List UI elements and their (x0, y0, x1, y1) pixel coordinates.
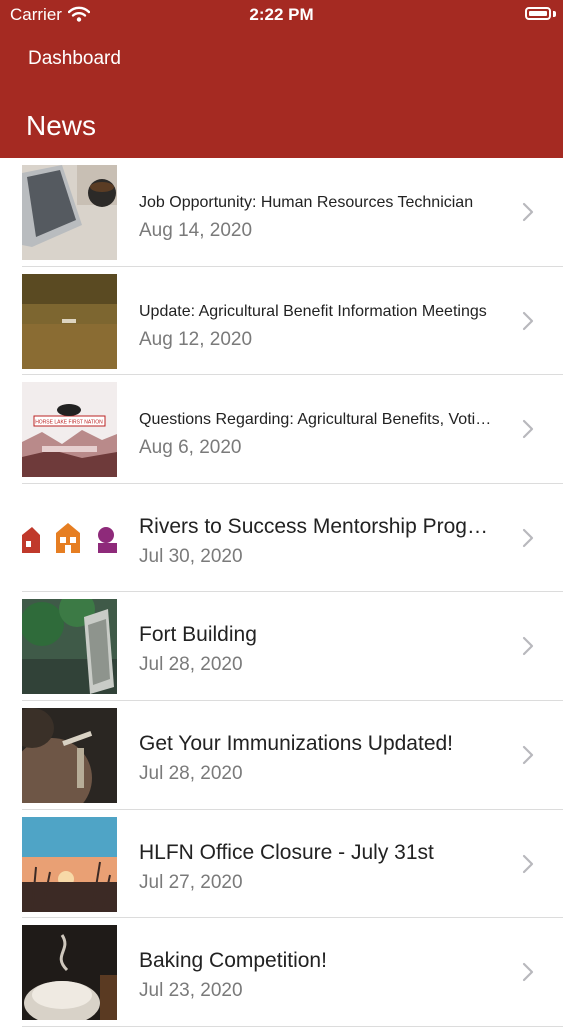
community-icons-image (22, 490, 117, 586)
news-item-title: Rivers to Success Mentorship Program (139, 514, 493, 538)
back-button-dashboard[interactable]: Dashboard (28, 48, 121, 70)
news-item[interactable]: Baking Competition! Jul 23, 2020 (0, 918, 563, 1027)
chevron-right-icon (522, 528, 534, 547)
battery-cap (553, 11, 556, 17)
chevron-right-icon (522, 202, 534, 222)
chevron-right-icon (522, 854, 534, 873)
nav-bar: Carrier 2:22 PM Dashboard News (0, 0, 563, 158)
news-item-date: Aug 12, 2020 (139, 328, 253, 350)
fort-trees-image (22, 599, 117, 695)
news-item[interactable]: Update: Agricultural Benefit Information… (0, 267, 563, 376)
chevron-right-icon (522, 637, 534, 656)
laptop-coffee-image (22, 165, 117, 260)
news-item[interactable]: HLFN Office Closure - July 31st Jul 27, … (0, 810, 563, 919)
news-item-title: Job Opportunity: Human Resources Technic… (139, 194, 474, 211)
news-list: Job Opportunity: Human Resources Technic… (0, 158, 563, 1027)
chevron-right-icon (522, 745, 534, 765)
page-title: News (26, 110, 97, 141)
news-item[interactable]: Rivers to Success Mentorship Program Jul… (0, 484, 563, 593)
news-item-title: HLFN Office Closure - July 31st (139, 840, 434, 864)
news-item[interactable]: Fort Building Jul 28, 2020 (0, 592, 563, 701)
svg-text:HORSE LAKE FIRST NATION: HORSE LAKE FIRST NATION (35, 420, 103, 426)
news-item[interactable]: HORSE LAKE FIRST NATION Questions Regard… (0, 375, 563, 484)
chevron-right-icon (522, 963, 534, 982)
sunset-image (22, 816, 117, 912)
news-item[interactable]: Get Your Immunizations Updated! Jul 28, … (0, 701, 563, 810)
news-item-title: Questions Regarding: Agricultural Benefi… (139, 411, 493, 429)
news-item-date: Jul 28, 2020 (139, 762, 243, 784)
battery-icon (525, 7, 551, 20)
chevron-right-icon (522, 311, 534, 330)
news-item-date: Jul 30, 2020 (139, 545, 243, 567)
news-item-date: Jul 28, 2020 (139, 654, 243, 676)
chevron-right-icon (522, 420, 534, 439)
status-time: 2:22 PM (249, 5, 314, 24)
farm-field-image (22, 273, 117, 369)
news-item-title: Baking Competition! (139, 949, 327, 973)
baking-image (22, 925, 117, 1021)
news-item-date: Jul 23, 2020 (139, 980, 243, 1002)
news-item-title: Fort Building (139, 623, 257, 647)
news-item-title: Update: Agricultural Benefit Information… (139, 302, 487, 320)
news-item-date: Aug 14, 2020 (139, 220, 253, 241)
news-item-title: Get Your Immunizations Updated! (139, 731, 454, 755)
news-item-date: Aug 6, 2020 (139, 437, 242, 459)
status-bar: Carrier 2:22 PM (0, 0, 563, 30)
news-item-date: Jul 27, 2020 (139, 871, 243, 893)
news-item[interactable]: Job Opportunity: Human Resources Technic… (0, 158, 563, 267)
immunization-image (22, 707, 117, 803)
horse-lake-logo-image: HORSE LAKE FIRST NATION (22, 382, 117, 478)
